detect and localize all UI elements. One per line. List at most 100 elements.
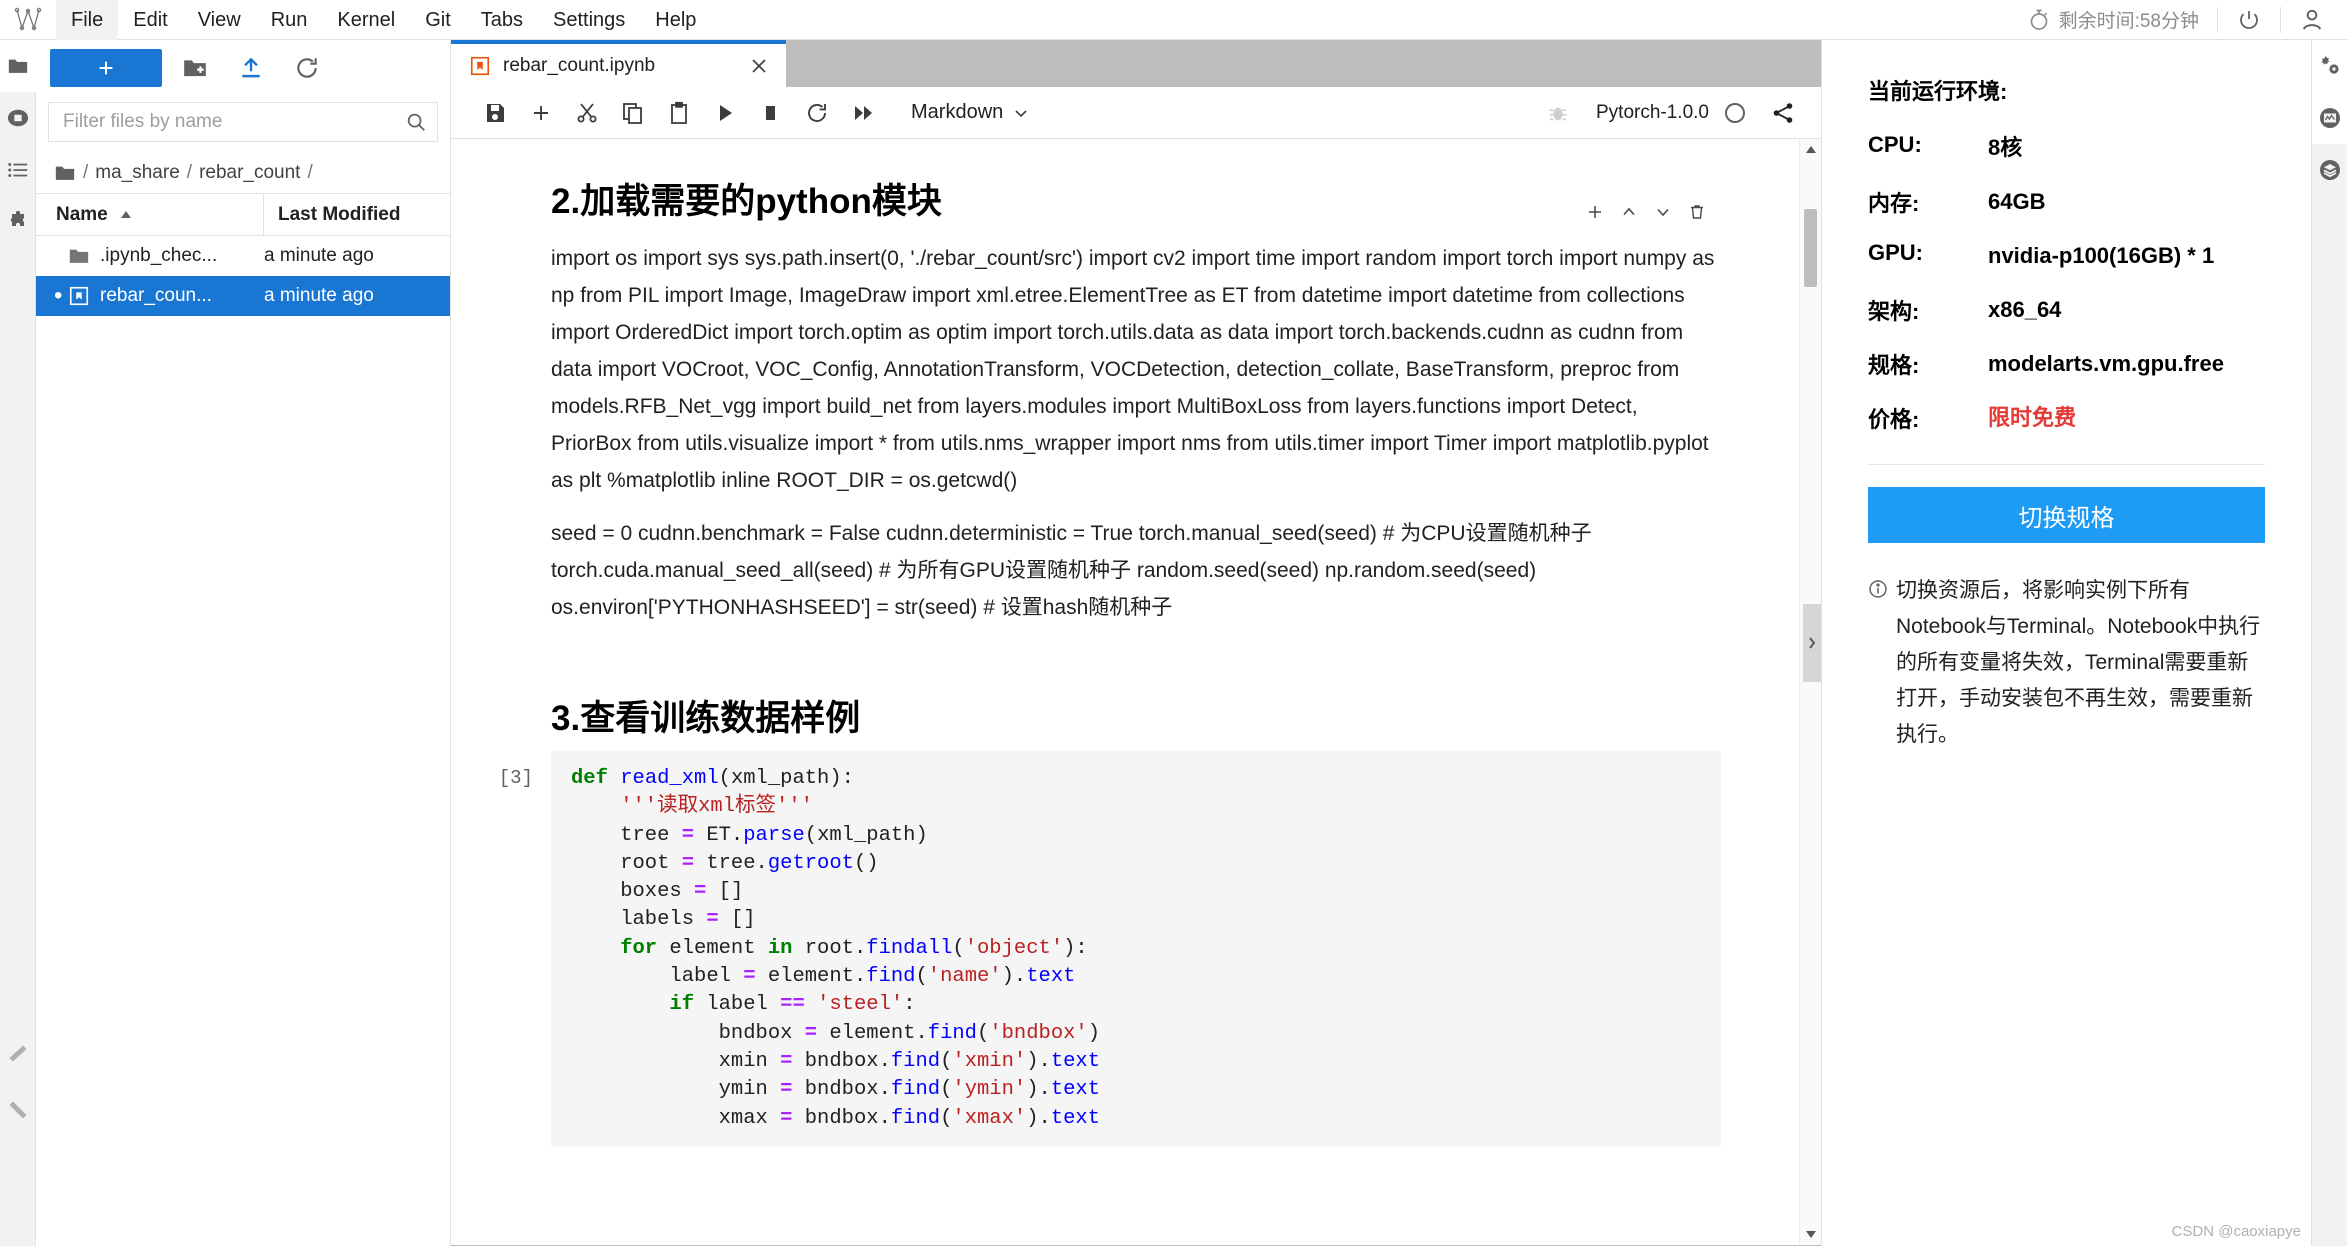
- breadcrumb[interactable]: / ma_share / rebar_count /: [36, 152, 450, 194]
- file-filter-wrap: [36, 96, 450, 152]
- markdown-cell[interactable]: 2.加载需要的python模块 import os import sys sys…: [451, 139, 1799, 650]
- debugger-bug-icon[interactable]: [1536, 93, 1580, 133]
- file-name: rebar_coun...: [100, 285, 212, 306]
- notebook-tab-bar: rebar_count.ipynb: [451, 40, 1821, 87]
- refresh-icon[interactable]: [284, 49, 330, 87]
- spec-row-gpu: GPU: nvidia-p100(16GB) * 1: [1868, 240, 2265, 272]
- kernel-status-icon[interactable]: [1725, 102, 1745, 123]
- scroll-down-arrow-icon[interactable]: [1800, 1223, 1821, 1245]
- user-account-icon[interactable]: [2281, 0, 2343, 40]
- notebook-vertical-scrollbar[interactable]: [1799, 139, 1821, 1245]
- filter-files-input[interactable]: [63, 111, 405, 133]
- cell-delete-trash-icon[interactable]: [1682, 198, 1712, 226]
- sidebar-item-property-inspector[interactable]: [2311, 40, 2347, 92]
- cell-add-plus-icon[interactable]: [1580, 198, 1610, 226]
- scroll-up-arrow-icon[interactable]: [1800, 139, 1821, 161]
- sidebar-item-layers-panel[interactable]: [2312, 144, 2347, 196]
- remaining-time: 剩余时间:58分钟: [2009, 6, 2217, 33]
- power-icon[interactable]: [2218, 0, 2280, 40]
- switch-flavor-note: 切换资源后，将影响实例下所有Notebook与Terminal。Notebook…: [1868, 573, 2265, 753]
- insert-cell-plus-icon[interactable]: [519, 93, 563, 133]
- list-item[interactable]: • rebar_coun... a minute ago: [36, 276, 450, 316]
- code-editor[interactable]: def read_xml(xml_path): '''读取xml标签''' tr…: [551, 751, 1721, 1147]
- breadcrumb-segment-ma-share[interactable]: ma_share: [95, 162, 180, 184]
- sidebar-item-commands[interactable]: [0, 144, 36, 196]
- code-cell[interactable]: [3] def read_xml(xml_path): '''读取xml标签''…: [451, 751, 1799, 1147]
- notebook-icon: [469, 55, 491, 77]
- breadcrumb-separator: /: [83, 161, 89, 183]
- chevron-down-icon: [1013, 105, 1029, 121]
- sidebar-item-resource-monitor[interactable]: [2311, 92, 2347, 144]
- notebook-scroll-region: 2.加载需要的python模块 import os import sys sys…: [451, 139, 1821, 1245]
- environment-info-panel: 当前运行环境: CPU: 8核 内存: 64GB GPU: nvidia-p10…: [1821, 40, 2311, 1246]
- breadcrumb-separator: /: [186, 161, 193, 183]
- menu-help[interactable]: Help: [640, 0, 711, 40]
- menu-tabs[interactable]: Tabs: [466, 0, 538, 40]
- new-launcher-button[interactable]: [50, 49, 162, 87]
- search-icon[interactable]: [405, 111, 427, 133]
- menu-bar: File Edit View Run Kernel Git Tabs Setti…: [0, 0, 2347, 40]
- menu-edit[interactable]: Edit: [118, 0, 182, 40]
- spec-label-memory: 内存:: [1868, 191, 1920, 216]
- collapse-chevron-upper-icon[interactable]: [0, 1032, 36, 1084]
- menu-run[interactable]: Run: [256, 0, 323, 40]
- sidebar-item-file-browser[interactable]: [0, 40, 36, 92]
- sidebar-item-running-terminals[interactable]: [0, 92, 36, 144]
- code-source: def read_xml(xml_path): '''读取xml标签''' tr…: [571, 767, 1101, 1130]
- share-icon[interactable]: [1761, 93, 1805, 133]
- panel-collapse-handle[interactable]: [1803, 604, 1821, 682]
- new-folder-icon[interactable]: [172, 49, 218, 87]
- sort-ascending-icon[interactable]: [118, 207, 134, 223]
- menu-file[interactable]: File: [56, 0, 119, 40]
- menu-settings[interactable]: Settings: [538, 0, 640, 40]
- sidebar-item-extensions[interactable]: [0, 196, 36, 248]
- collapse-chevron-lower-icon[interactable]: [0, 1084, 36, 1136]
- scrollbar-thumb[interactable]: [1804, 209, 1817, 287]
- left-sidebar-rail: [0, 40, 36, 1246]
- kernel-name[interactable]: Pytorch-1.0.0: [1596, 102, 1709, 124]
- breadcrumb-root-folder-icon[interactable]: [54, 162, 76, 184]
- spec-value-flavor: modelarts.vm.gpu.free: [1988, 351, 2224, 376]
- chevron-right-icon: [1806, 635, 1818, 651]
- cell-type-dropdown[interactable]: Markdown: [903, 94, 1037, 132]
- paste-icon[interactable]: [657, 93, 701, 133]
- file-filter-box[interactable]: [48, 102, 438, 142]
- cell-move-down-chevron-icon[interactable]: [1648, 198, 1678, 226]
- spec-row-architecture: 架构: x86_64: [1868, 294, 2265, 326]
- column-header-name[interactable]: Name: [36, 194, 264, 235]
- markdown-cell[interactable]: 3.查看训练数据样例: [451, 650, 1799, 741]
- copy-icon[interactable]: [611, 93, 655, 133]
- column-header-last-modified[interactable]: Last Modified: [264, 194, 450, 235]
- file-list: .ipynb_chec... a minute ago • rebar_coun…: [36, 236, 450, 1246]
- spec-row-cpu: CPU: 8核: [1868, 132, 2265, 164]
- close-icon[interactable]: [746, 53, 772, 79]
- spec-value-memory: 64GB: [1988, 189, 2046, 214]
- breadcrumb-separator: /: [307, 161, 313, 183]
- breadcrumb-segment-rebar-count[interactable]: rebar_count: [199, 162, 300, 184]
- menu-git[interactable]: Git: [410, 0, 466, 40]
- cell-execution-prompt: [3]: [498, 767, 533, 789]
- tab-rebar-count-notebook[interactable]: rebar_count.ipynb: [451, 40, 786, 87]
- notebook-cells-container: 2.加载需要的python模块 import os import sys sys…: [451, 139, 1799, 1245]
- save-icon[interactable]: [473, 93, 517, 133]
- list-item[interactable]: .ipynb_chec... a minute ago: [36, 236, 450, 276]
- switch-flavor-note-text: 切换资源后，将影响实例下所有Notebook与Terminal。Notebook…: [1896, 579, 2261, 746]
- switch-flavor-button[interactable]: 切换规格: [1868, 487, 2265, 543]
- spec-label-flavor: 规格:: [1868, 353, 1920, 378]
- spec-value-price: 限时免费: [1988, 405, 2077, 430]
- remaining-time-text: 剩余时间:58分钟: [2058, 11, 2199, 32]
- cell-move-up-chevron-icon[interactable]: [1614, 198, 1644, 226]
- restart-run-all-icon[interactable]: [841, 93, 885, 133]
- spec-row-price: 价格: 限时免费: [1868, 402, 2265, 434]
- spec-label-cpu: CPU:: [1868, 132, 1922, 157]
- menu-view[interactable]: View: [183, 0, 256, 40]
- stop-square-icon[interactable]: [749, 93, 793, 133]
- cell-type-value: Markdown: [911, 101, 1004, 123]
- menu-kernel[interactable]: Kernel: [322, 0, 410, 40]
- cells: 2.加载需要的python模块 import os import sys sys…: [451, 139, 1799, 1147]
- file-name: .ipynb_chec...: [100, 245, 218, 266]
- upload-icon[interactable]: [228, 49, 274, 87]
- restart-kernel-icon[interactable]: [795, 93, 839, 133]
- run-play-icon[interactable]: [703, 93, 747, 133]
- cut-scissors-icon[interactable]: [565, 93, 609, 133]
